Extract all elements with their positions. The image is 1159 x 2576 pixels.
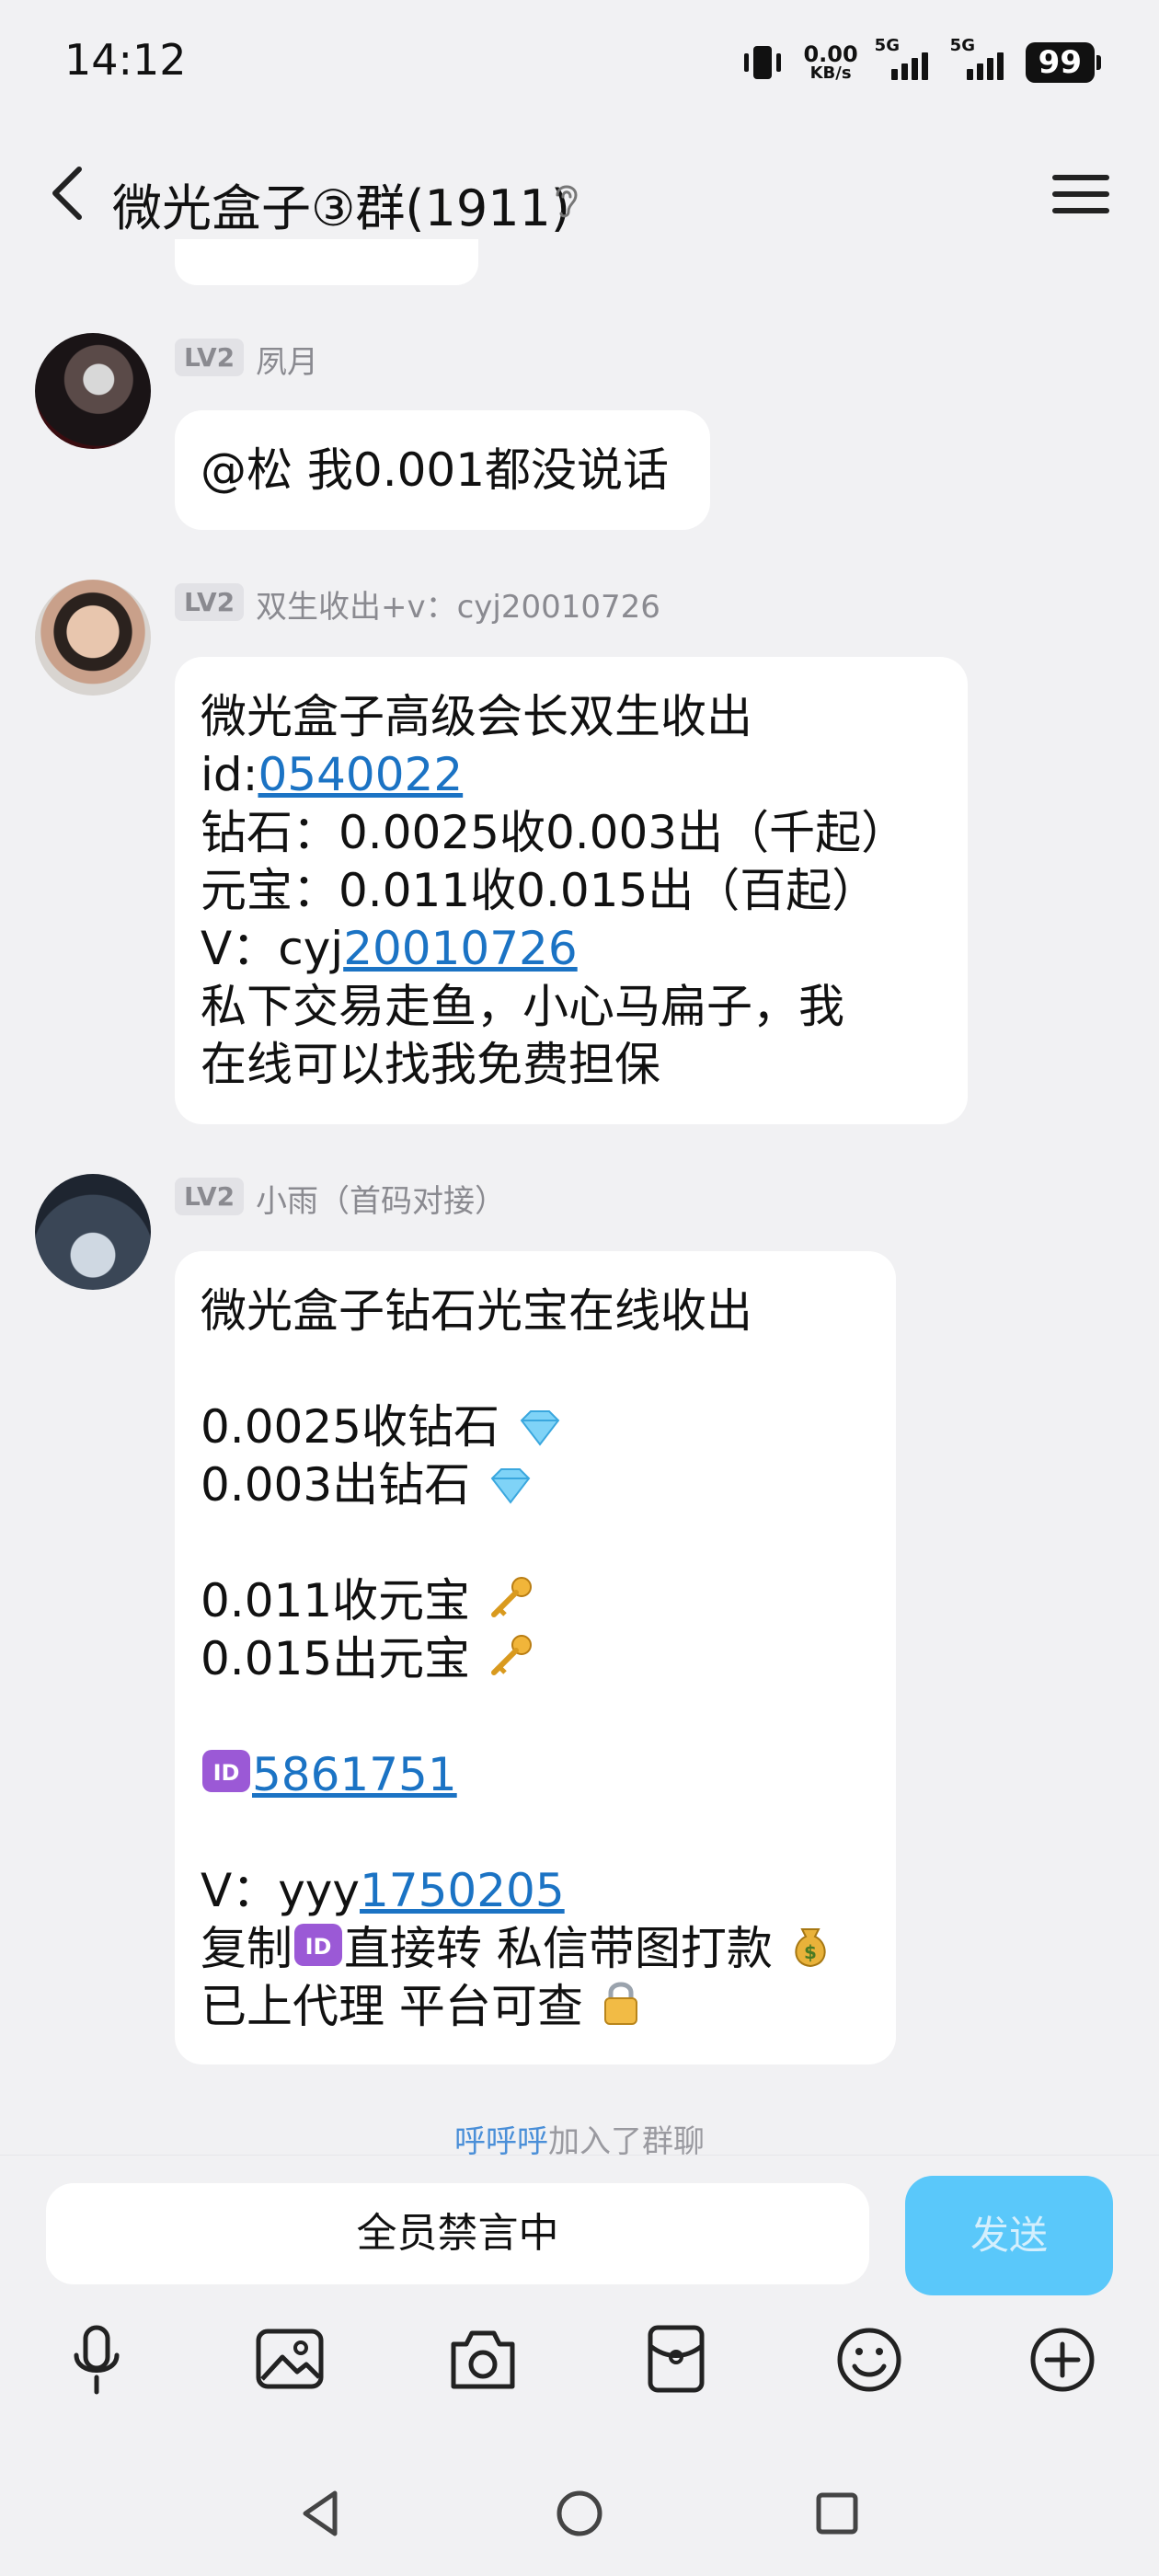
microphone-icon[interactable] [60, 2318, 133, 2401]
message-text: 已上代理 平台可查 [201, 1980, 583, 2033]
red-packet-icon[interactable] [639, 2318, 713, 2401]
chat-title[interactable]: 微光盒子③群(1911) [112, 167, 570, 240]
message-line: id:0540022 [201, 746, 942, 804]
key-icon [491, 1577, 533, 1617]
id-link[interactable]: 0540022 [258, 748, 463, 801]
message-line: V：yyy1750205 [201, 1862, 870, 1920]
message-text: 直接转 私信带图打款 [344, 1922, 773, 1975]
battery-indicator: 99 [1025, 42, 1102, 83]
message-bubble[interactable]: @松 我0.001都没说话 [175, 410, 710, 530]
input-bar: 全员禁言中 发送 [0, 2155, 1159, 2303]
network-speed-value: 0.00 [803, 41, 858, 67]
message-line: 已上代理 平台可查 [201, 1978, 870, 2036]
money-bag-icon: $ [795, 1928, 826, 1968]
message-line: 0.0025收钻石 [201, 1398, 870, 1456]
camera-icon[interactable] [446, 2318, 520, 2401]
sim2-label: 5G [949, 36, 975, 55]
message-text: 0.0025收钻石 [201, 1400, 499, 1454]
message-line: 微光盒子钻石光宝在线收出 [201, 1284, 752, 1338]
avatar[interactable] [35, 1174, 151, 1290]
nav-recents-icon[interactable] [808, 2484, 866, 2543]
v-prefix: V：cyj [201, 922, 344, 975]
avatar[interactable] [35, 580, 151, 696]
message-text: 0.003出钻石 [201, 1458, 471, 1512]
message-bubble[interactable]: 微光盒子钻石光宝在线收出 0.0025收钻石 0.003出钻石 0.011收元宝… [175, 1251, 896, 2064]
message-text: 复制 [201, 1922, 293, 1975]
avatar[interactable] [35, 333, 151, 449]
system-nav-bar [0, 2447, 1159, 2576]
message-line: ID 5861751 [201, 1746, 870, 1804]
sender-name[interactable]: 夙月 [256, 337, 318, 382]
chat-header: 微光盒子③群(1911) [0, 129, 1159, 262]
vibrate-icon [744, 46, 782, 79]
send-button[interactable]: 发送 [905, 2176, 1113, 2295]
message-text: @松 我0.001都没说话 [201, 443, 670, 497]
signal-sim2-icon: 5G [950, 36, 1009, 80]
number-link[interactable]: 20010726 [343, 922, 578, 975]
diamond-icon [520, 1410, 560, 1446]
message-line: 私下交易走鱼，小心马扁子，我 [201, 980, 844, 1033]
svg-text:ID: ID [305, 1934, 332, 1960]
message-line: 微光盒子高级会长双生收出 [201, 690, 752, 743]
message-line: 0.011收元宝 [201, 1572, 870, 1630]
v-prefix: V：yyy [201, 1864, 360, 1917]
network-speed: 0.00 KB/s [803, 43, 857, 82]
key-icon [491, 1635, 533, 1675]
message-input[interactable]: 全员禁言中 [46, 2183, 869, 2284]
back-icon[interactable] [37, 156, 101, 230]
id-emoji-icon: ID [294, 1924, 342, 1966]
clock: 14:12 [64, 35, 187, 85]
ear-icon[interactable] [548, 177, 585, 223]
level-badge: LV2 [175, 339, 245, 376]
network-speed-unit: KB/s [809, 63, 852, 83]
message-text: 0.011收元宝 [201, 1574, 471, 1627]
message-bubble[interactable]: 微光盒子高级会长双生收出 id:0540022 钻石：0.0025收0.003出… [175, 657, 968, 1124]
message-line: 元宝：0.011收0.015出（百起） [201, 864, 878, 917]
emoji-icon[interactable] [832, 2318, 906, 2401]
status-icons: 0.00 KB/s 5G 5G 99 [739, 35, 1102, 90]
svg-text:$: $ [804, 1941, 817, 1963]
menu-icon[interactable] [1049, 167, 1113, 223]
sim1-label: 5G [874, 36, 900, 55]
diamond-icon [490, 1468, 531, 1504]
input-toolbar [0, 2318, 1159, 2410]
message-text: 0.015出元宝 [201, 1632, 471, 1685]
nav-home-icon[interactable] [550, 2484, 609, 2543]
nav-back-icon[interactable] [293, 2484, 351, 2543]
sender-name[interactable]: 双生收出+v：cyj20010726 [256, 581, 660, 627]
message-line: V：cyj20010726 [201, 920, 942, 978]
id-prefix: id: [201, 748, 258, 801]
lock-icon [603, 1982, 637, 2025]
sender-name[interactable]: 小雨（首码对接） [256, 1176, 506, 1221]
signal-sim1-icon: 5G [875, 36, 934, 80]
status-bar: 14:12 0.00 KB/s 5G 5G 99 [0, 0, 1159, 129]
number-link[interactable]: 1750205 [360, 1864, 565, 1917]
id-emoji-icon: ID [202, 1750, 250, 1792]
message-line: 复制 ID 直接转 私信带图打款 $ [201, 1920, 870, 1978]
svg-text:ID: ID [213, 1760, 240, 1786]
previous-message-bubble [175, 239, 478, 285]
message-line: 0.015出元宝 [201, 1630, 870, 1688]
plus-icon[interactable] [1026, 2318, 1099, 2401]
id-link[interactable]: 5861751 [252, 1748, 457, 1801]
level-badge: LV2 [175, 1178, 245, 1215]
message-line: 0.003出钻石 [201, 1456, 870, 1514]
message-line: 在线可以找我免费担保 [201, 1038, 660, 1091]
level-badge: LV2 [175, 583, 245, 621]
message-line: 钻石：0.0025收0.003出（千起） [201, 806, 908, 859]
image-icon[interactable] [253, 2318, 327, 2401]
